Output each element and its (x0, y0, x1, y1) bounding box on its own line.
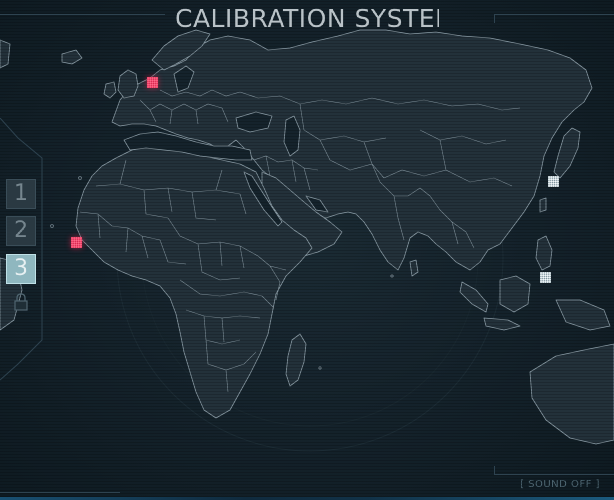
level-select-panel: 1 2 3 (0, 118, 46, 418)
sound-toggle-button[interactable]: [ SOUND OFF ] (520, 479, 600, 490)
level-1-button[interactable]: 1 (6, 179, 36, 209)
frame-corner-top-right (494, 14, 614, 23)
frame-corner-bottom-right (494, 466, 614, 475)
australia-landmass (529, 343, 614, 445)
ireland-landmass (103, 81, 117, 99)
island-canary (78, 176, 82, 180)
island-cape-verde (50, 224, 54, 228)
level-2-label: 2 (14, 218, 28, 243)
japan-landmass (553, 127, 581, 179)
island-mauritius (318, 366, 322, 370)
britain-landmass (117, 69, 139, 99)
sumatra-landmass (459, 281, 489, 313)
level-3-label: 3 (14, 256, 28, 281)
white-target-marker-shanghai[interactable] (548, 176, 559, 187)
lock-icon (14, 293, 28, 311)
frame-corner-bottom-left (0, 484, 120, 493)
white-target-marker-manila[interactable] (540, 272, 551, 283)
srilanka-landmass (409, 259, 419, 277)
level-1-label: 1 (14, 181, 28, 206)
taiwan-landmass (539, 197, 547, 213)
iceland-landmass (61, 49, 83, 65)
game-stage: CALIBRATION SYSTEM 1 2 3 [ SOUND OFF ] (0, 0, 614, 500)
madagascar-landmass (285, 333, 307, 387)
game-title: CALIBRATION SYSTEM (175, 4, 458, 33)
new-guinea-landmass (555, 299, 611, 331)
philippines-landmass (535, 235, 553, 271)
borneo-landmass (499, 275, 531, 313)
red-target-marker-london[interactable] (147, 77, 158, 88)
red-target-marker-dakar[interactable] (71, 237, 82, 248)
island-maldives (390, 274, 394, 278)
greenland-edge-landmass (0, 39, 11, 69)
frame-corner-top-left (0, 14, 165, 23)
world-map (0, 29, 614, 452)
level-3-button[interactable]: 3 (6, 254, 36, 284)
level-2-button[interactable]: 2 (6, 216, 36, 246)
